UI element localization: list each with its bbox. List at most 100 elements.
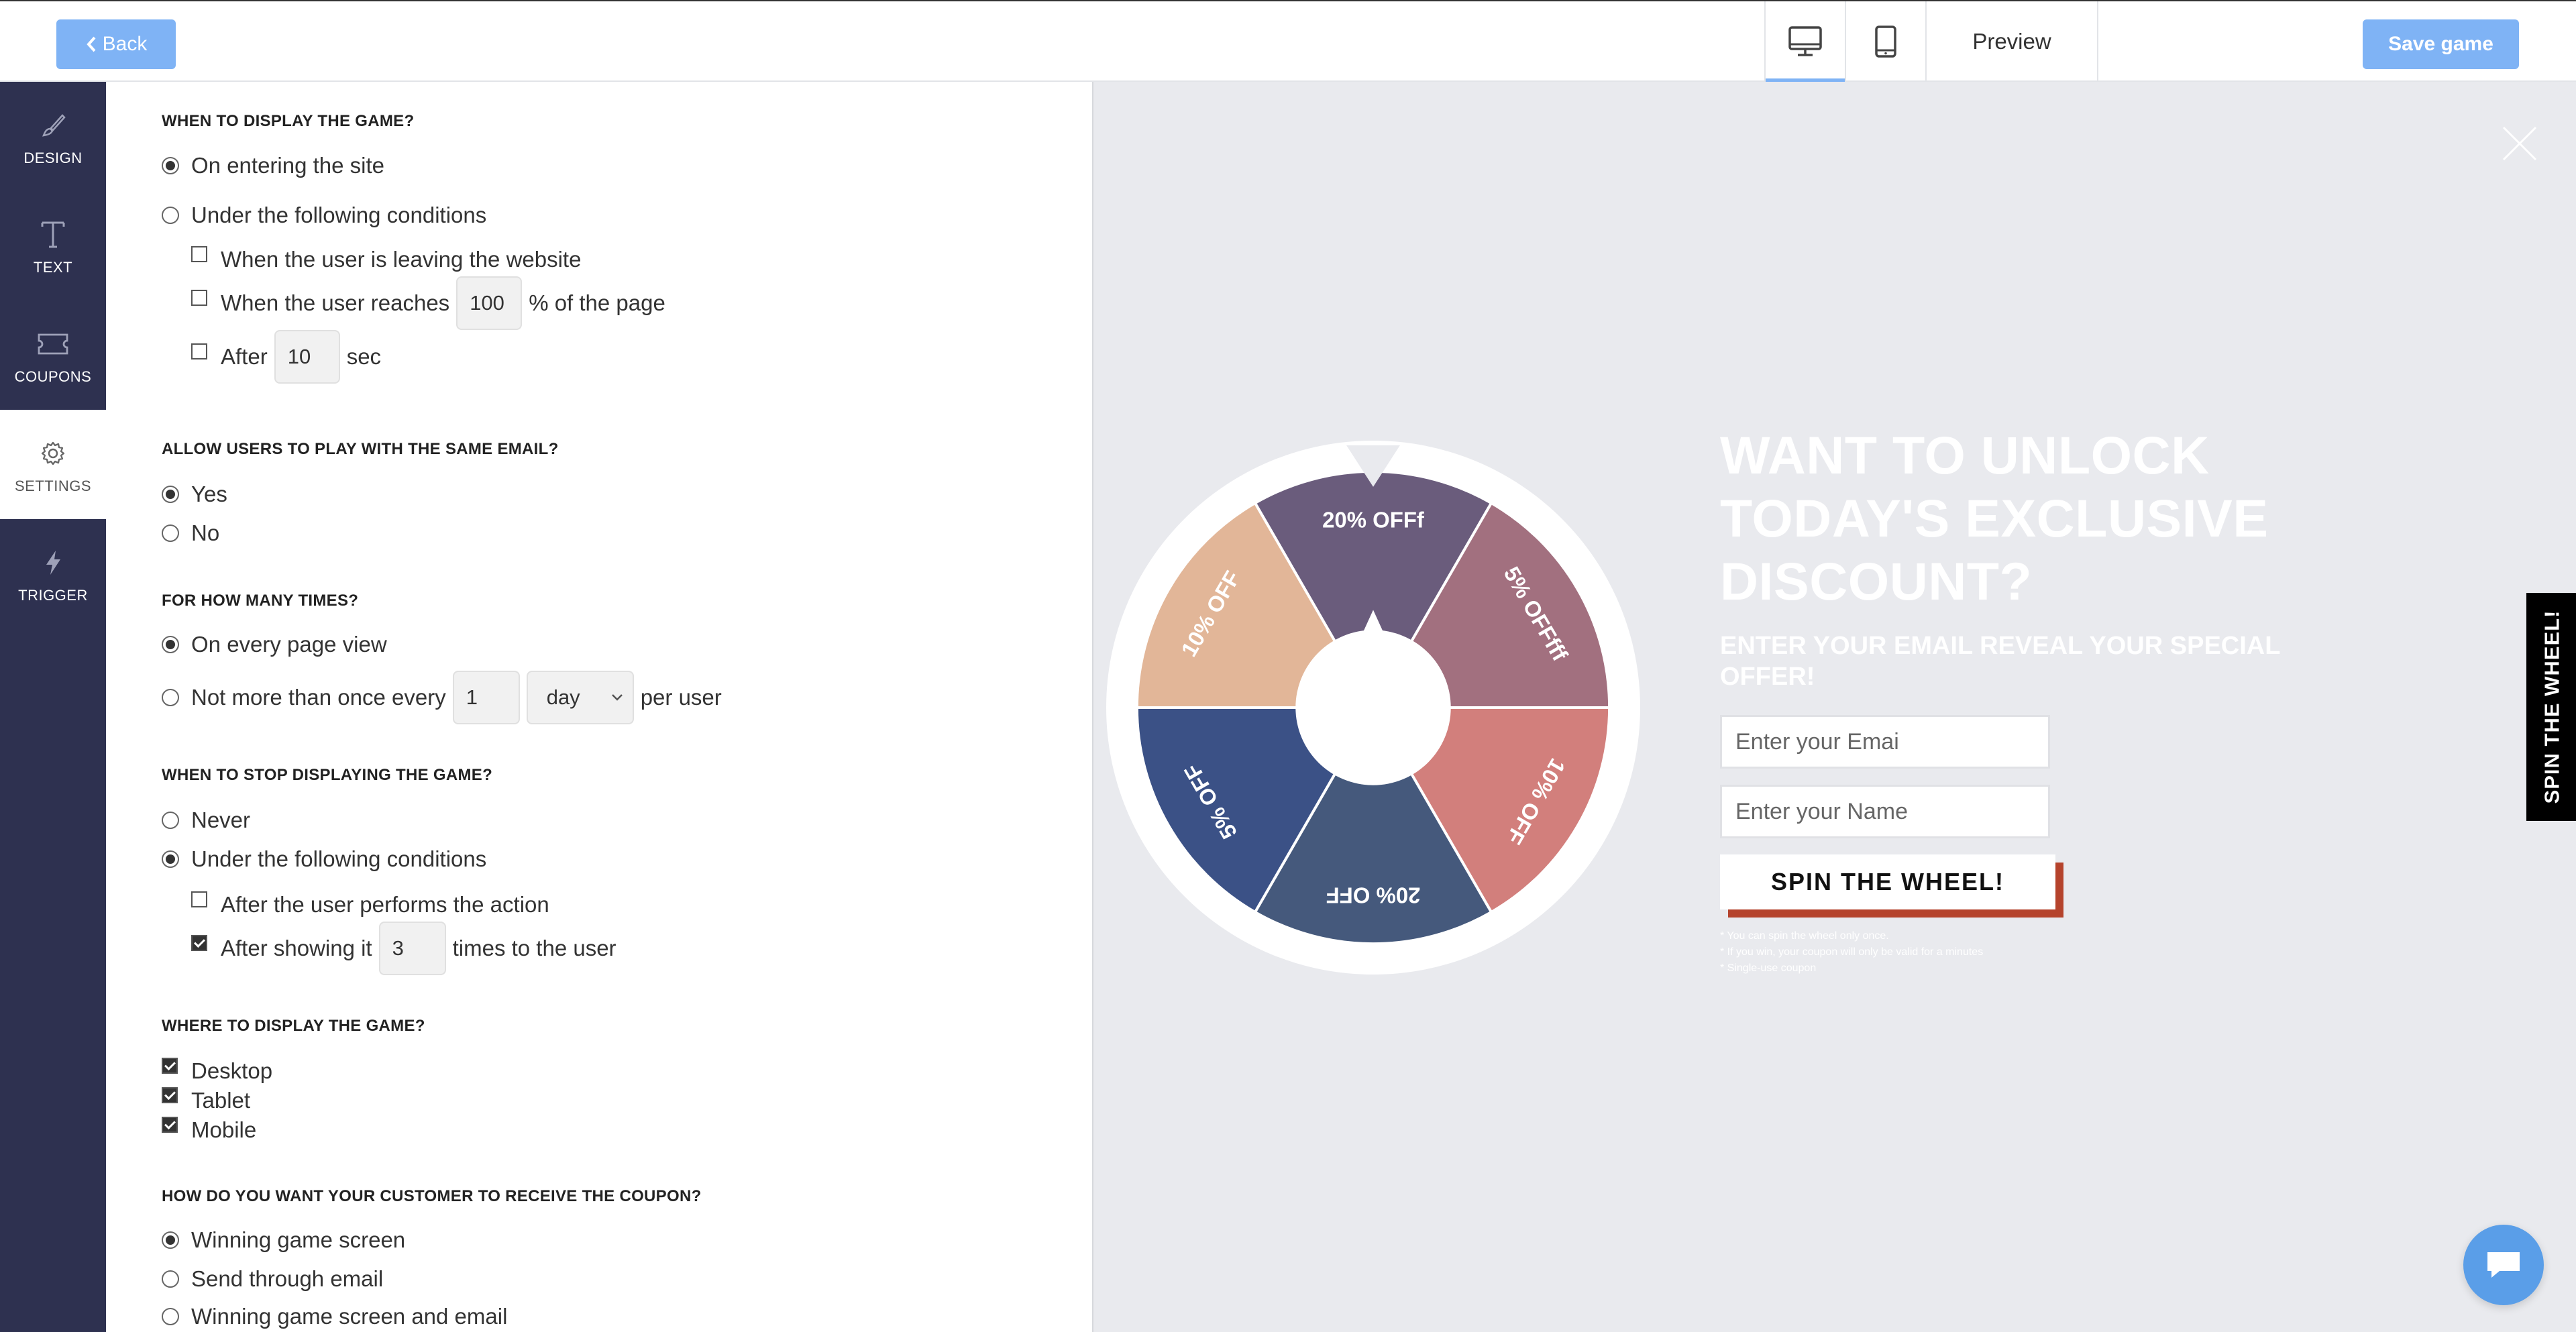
radio-every-page-view[interactable]: On every page view bbox=[162, 632, 387, 657]
radio-selected[interactable] bbox=[162, 850, 179, 868]
side-spin-tab[interactable]: SPIN THE WHEEL! bbox=[2526, 593, 2576, 821]
radio-unselected[interactable] bbox=[162, 207, 179, 224]
radio-winning-screen[interactable]: Winning game screen bbox=[162, 1227, 405, 1253]
seconds-input[interactable]: 10 bbox=[274, 330, 340, 384]
preview-tab[interactable]: Preview bbox=[1925, 1, 2098, 82]
option-label: sec bbox=[346, 344, 382, 369]
section-title-where: WHERE TO DISPLAY THE GAME? bbox=[162, 1017, 425, 1035]
option-label: Winning game screen and email bbox=[191, 1304, 508, 1329]
checkbox-checked[interactable] bbox=[162, 1117, 178, 1133]
option-label: Under the following conditions bbox=[191, 846, 487, 871]
bolt-icon bbox=[46, 550, 60, 575]
check-desktop[interactable]: Desktop bbox=[162, 1058, 272, 1084]
email-input[interactable]: Enter your Emai bbox=[1720, 715, 2050, 769]
terms-notes: * You can spin the wheel only once. * If… bbox=[1720, 928, 2029, 977]
show-count-input[interactable]: 3 bbox=[378, 922, 446, 975]
radio-yes[interactable]: Yes bbox=[162, 482, 227, 507]
check-leaving[interactable]: When the user is leaving the website bbox=[191, 246, 582, 272]
frequency-input[interactable]: 1 bbox=[452, 671, 520, 724]
option-label: times to the user bbox=[452, 936, 616, 960]
gear-icon bbox=[41, 441, 65, 465]
radio-unselected[interactable] bbox=[162, 1308, 179, 1325]
radio-no[interactable]: No bbox=[162, 520, 219, 546]
spin-button[interactable]: SPIN THE WHEEL! bbox=[1720, 854, 2055, 909]
radio-selected[interactable] bbox=[162, 636, 179, 653]
radio-stop-conditions[interactable]: Under the following conditions bbox=[162, 846, 486, 872]
section-title-display: WHEN TO DISPLAY THE GAME? bbox=[162, 112, 415, 130]
checkbox-checked[interactable] bbox=[162, 1058, 178, 1074]
device-tab-tablet[interactable] bbox=[1845, 1, 1925, 82]
option-label: Not more than once every bbox=[191, 685, 446, 710]
brush-icon bbox=[42, 113, 66, 137]
radio-on-entering[interactable]: On entering the site bbox=[162, 153, 384, 178]
option-label: No bbox=[191, 520, 220, 545]
sidebar-item-label: TEXT bbox=[33, 258, 73, 276]
check-after-action[interactable]: After the user performs the action bbox=[191, 891, 549, 918]
option-label: Winning game screen bbox=[191, 1227, 406, 1252]
sidebar-item-text[interactable]: TEXT bbox=[0, 191, 106, 300]
option-label: On every page view bbox=[191, 632, 387, 657]
prize-wheel[interactable]: 20% OFFf5% OFFfff10% OFF20% OFF5% OFF10%… bbox=[1106, 440, 1641, 975]
wheel-segment-label: 20% OFFf bbox=[1322, 507, 1425, 532]
headline: WANT TO UNLOCK TODAY'S EXCLUSIVE DISCOUN… bbox=[1720, 425, 2269, 611]
desktop-icon bbox=[1788, 26, 1822, 56]
settings-panel: WHEN TO DISPLAY THE GAME? On entering th… bbox=[106, 82, 1092, 1332]
device-tab-desktop[interactable] bbox=[1764, 1, 1845, 83]
checkbox-checked[interactable] bbox=[191, 935, 207, 951]
section-title-same-email: ALLOW USERS TO PLAY WITH THE SAME EMAIL? bbox=[162, 440, 559, 458]
checkbox[interactable] bbox=[191, 891, 207, 907]
name-input[interactable]: Enter your Name bbox=[1720, 785, 2050, 838]
save-game-button[interactable]: Save game bbox=[2363, 19, 2519, 69]
sidebar-item-coupons[interactable]: COUPONS bbox=[0, 300, 106, 410]
radio-screen-and-email[interactable]: Winning game screen and email bbox=[162, 1304, 507, 1329]
back-label: Back bbox=[102, 33, 148, 55]
chevron-left-icon bbox=[86, 36, 96, 52]
option-label: Send through email bbox=[191, 1266, 384, 1291]
radio-send-email[interactable]: Send through email bbox=[162, 1266, 383, 1292]
select-value: day bbox=[546, 685, 580, 709]
wheel-segment-label: 20% OFF bbox=[1326, 883, 1421, 908]
subheadline: ENTER YOUR EMAIL REVEAL YOUR SPECIAL OFF… bbox=[1720, 632, 2280, 691]
radio-unselected[interactable] bbox=[162, 1270, 179, 1288]
checkbox[interactable] bbox=[191, 343, 207, 359]
option-label: % of the page bbox=[529, 290, 665, 315]
sidebar-item-trigger[interactable]: TRIGGER bbox=[0, 519, 106, 628]
close-icon[interactable] bbox=[2501, 125, 2538, 162]
checkbox[interactable] bbox=[191, 290, 207, 306]
note-line: * Single-use coupon bbox=[1720, 962, 1817, 974]
radio-unselected[interactable] bbox=[162, 524, 179, 542]
option-label: Yes bbox=[191, 482, 227, 506]
radio-not-more-than[interactable]: Not more than once every 1 day per user bbox=[162, 671, 722, 724]
frequency-unit-select[interactable]: day bbox=[526, 671, 634, 724]
back-button[interactable]: Back bbox=[56, 19, 176, 69]
check-scroll[interactable]: When the user reaches 100 % of the page bbox=[191, 276, 665, 330]
note-line: * If you win, your coupon will only be v… bbox=[1720, 946, 1984, 958]
check-tablet[interactable]: Tablet bbox=[162, 1087, 251, 1113]
sidebar: DESIGN TEXT COUPONS SETTINGS TRIGGER bbox=[0, 82, 106, 1332]
radio-unselected[interactable] bbox=[162, 812, 179, 829]
check-mobile[interactable]: Mobile bbox=[162, 1117, 256, 1143]
option-label: Under the following conditions bbox=[191, 203, 487, 227]
sidebar-item-settings[interactable]: SETTINGS bbox=[0, 410, 106, 519]
radio-selected[interactable] bbox=[162, 486, 179, 503]
option-label: When the user is leaving the website bbox=[221, 247, 582, 272]
radio-selected[interactable] bbox=[162, 157, 179, 174]
radio-unselected[interactable] bbox=[162, 689, 179, 706]
ticket-icon bbox=[38, 333, 68, 354]
checkbox[interactable] bbox=[191, 246, 207, 262]
chat-button[interactable] bbox=[2463, 1225, 2544, 1305]
scroll-percent-input[interactable]: 100 bbox=[456, 276, 523, 330]
radio-selected[interactable] bbox=[162, 1231, 179, 1249]
checkbox-checked[interactable] bbox=[162, 1087, 178, 1103]
radio-never[interactable]: Never bbox=[162, 808, 250, 833]
chat-icon bbox=[2487, 1252, 2520, 1278]
option-label: After the user performs the action bbox=[221, 892, 549, 917]
check-after-seconds[interactable]: After 10 sec bbox=[191, 330, 381, 384]
sidebar-item-design[interactable]: DESIGN bbox=[0, 82, 106, 191]
radio-under-conditions[interactable]: Under the following conditions bbox=[162, 203, 486, 228]
option-label: Tablet bbox=[191, 1088, 251, 1113]
check-after-showing[interactable]: After showing it 3 times to the user bbox=[191, 922, 616, 975]
sidebar-item-label: SETTINGS bbox=[14, 477, 91, 494]
preview-label: Preview bbox=[1972, 29, 2051, 54]
game-preview: 20% OFFf 5% OFFfff 10% OFF 20% OFF 5% OFF 10%… bbox=[1092, 82, 2576, 1332]
